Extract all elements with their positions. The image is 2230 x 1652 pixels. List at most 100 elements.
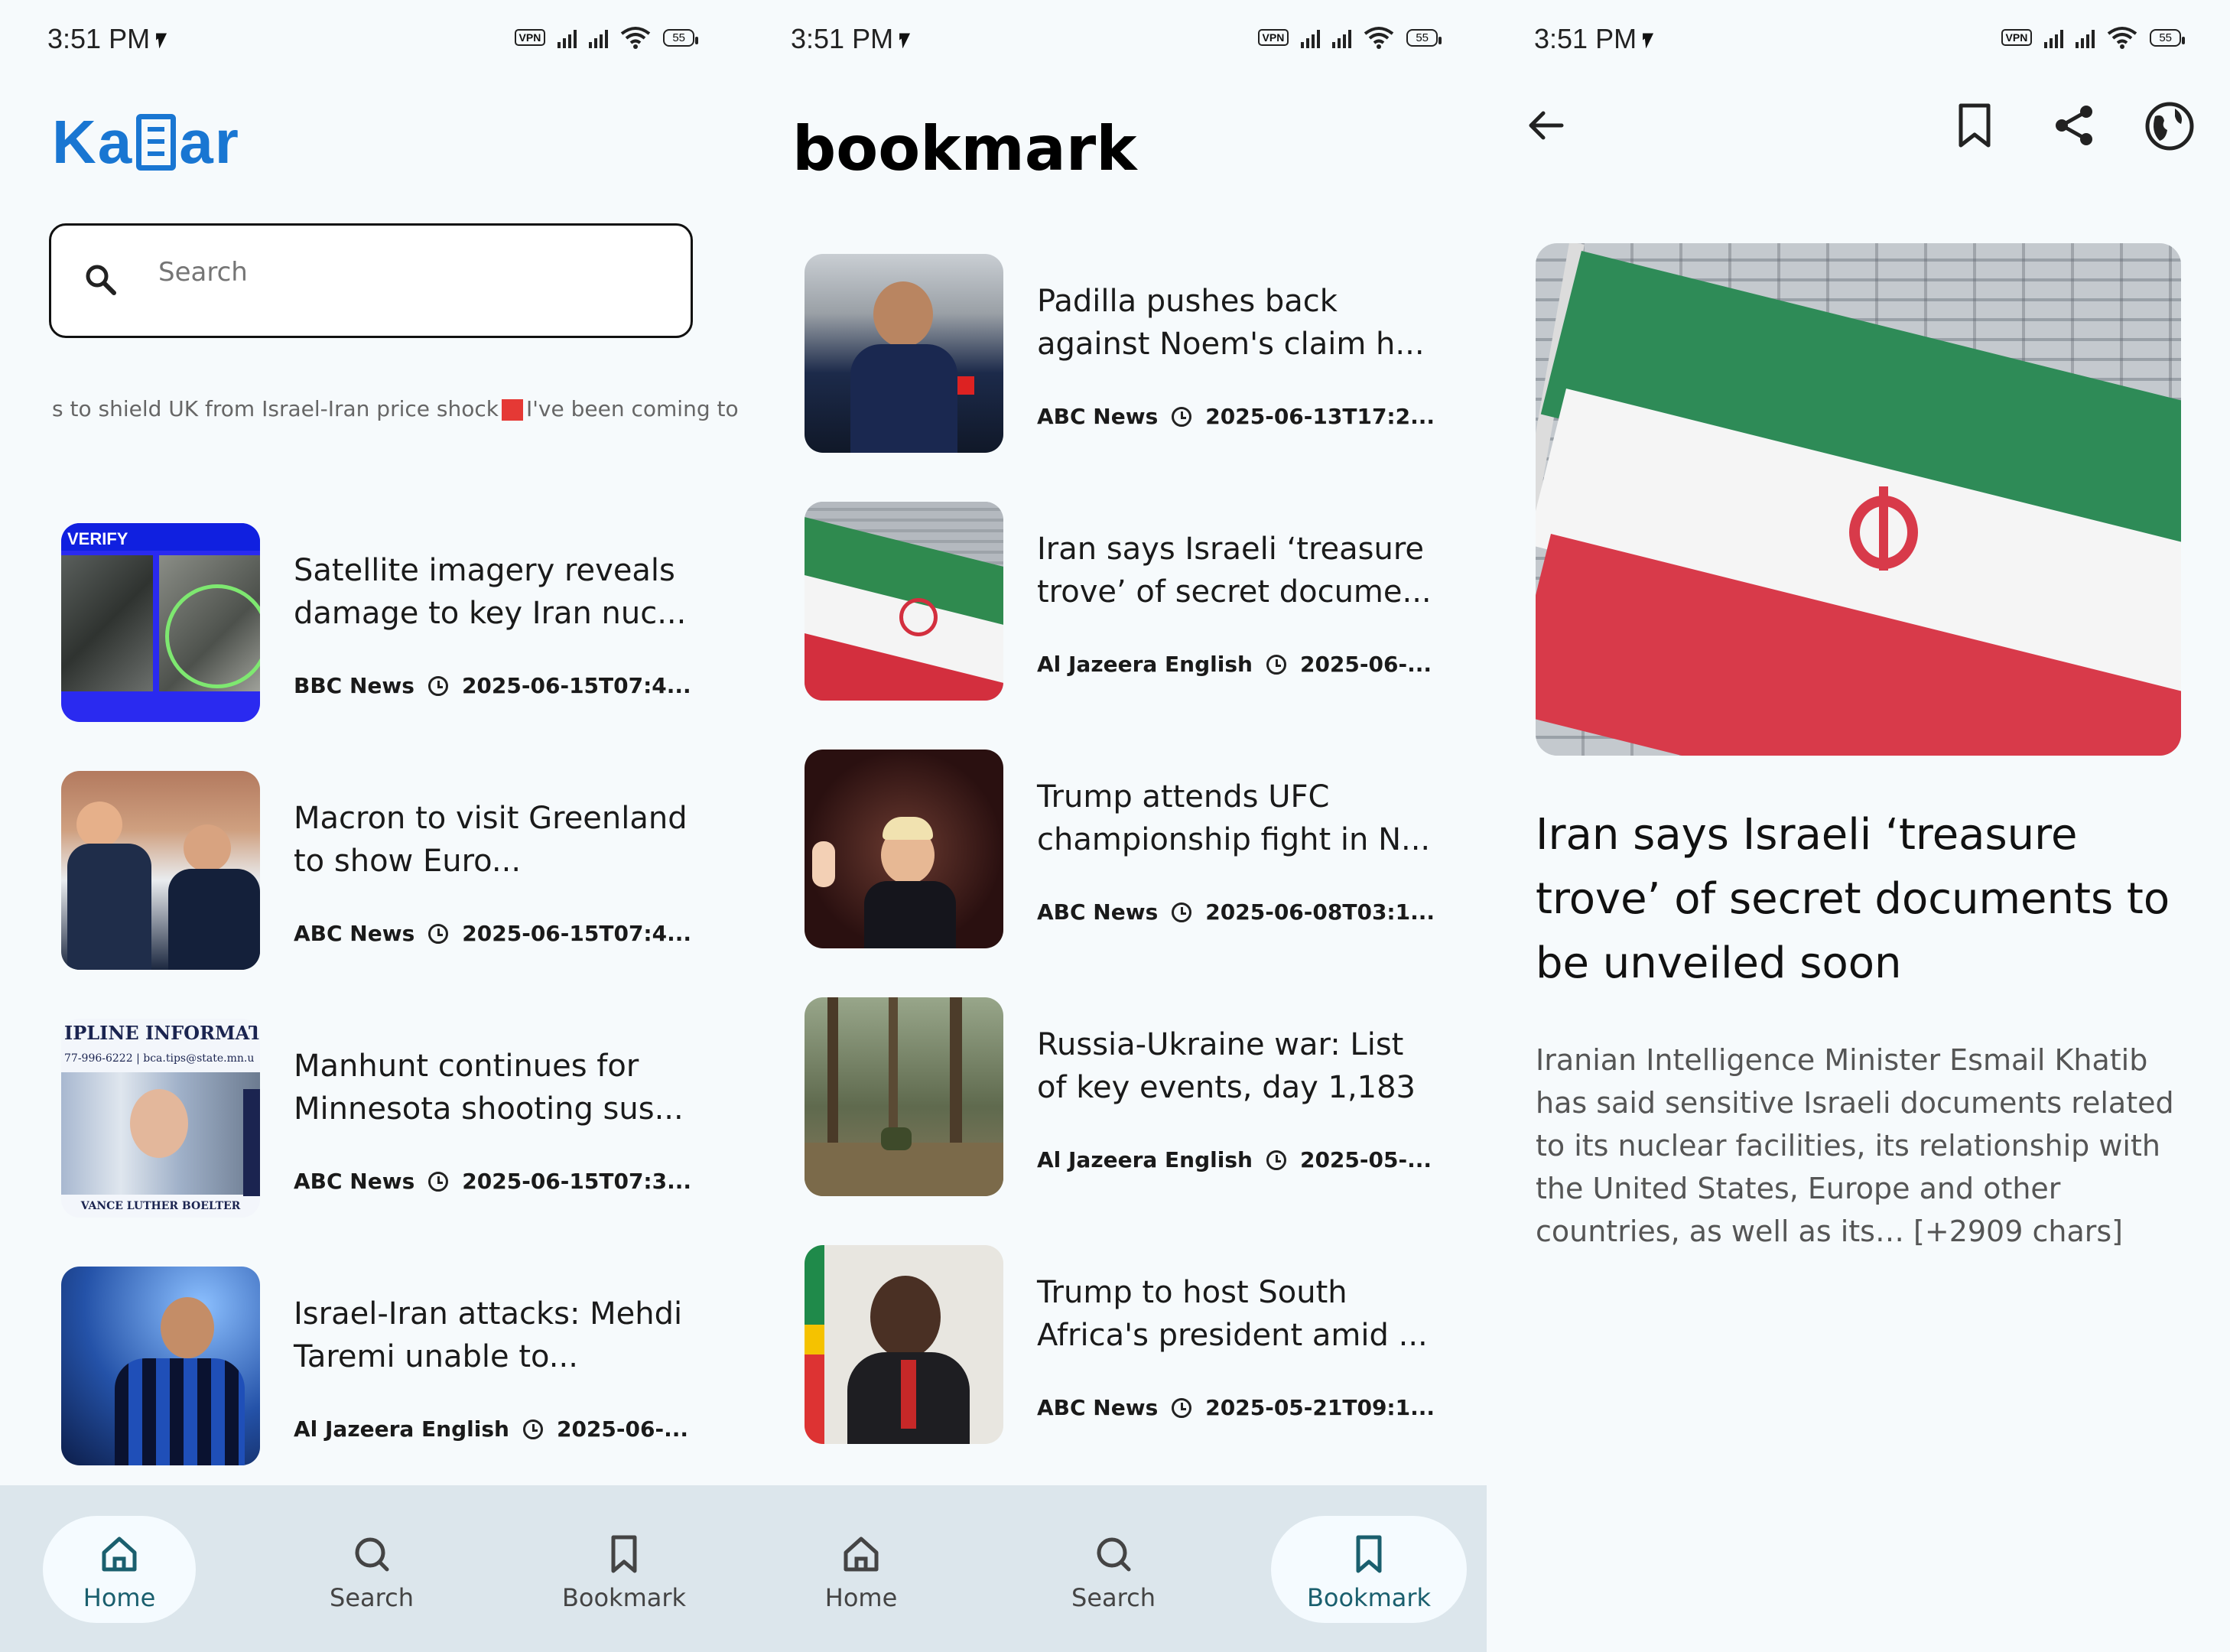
article-date: 2025-06-15T07:4... — [461, 673, 691, 698]
bookmark-card[interactable]: Trump to host South Africa's president a… — [805, 1245, 1462, 1444]
globe-icon[interactable] — [2144, 101, 2195, 151]
signal-icon — [2076, 27, 2095, 48]
nav-search[interactable]: Search — [1037, 1516, 1190, 1623]
bookmark-screen: 3:51 PM VPN 55 bookmark Padilla pushes b… — [743, 0, 1487, 1652]
search-icon — [86, 265, 116, 295]
article-source: Al Jazeera English — [294, 1416, 509, 1442]
article-date: 2025-06-... — [1299, 652, 1432, 677]
article-headline: Iran says Israeli ‘treasure trove’ of se… — [1536, 810, 2170, 988]
share-icon[interactable] — [2051, 102, 2097, 148]
article-card[interactable]: VERIFY Satellite imagery reveals damage … — [61, 523, 719, 722]
clock-icon — [1172, 1397, 1192, 1418]
battery-icon: 55 — [2150, 28, 2185, 47]
article-thumbnail — [805, 1245, 1003, 1444]
article-detail-screen: 3:51 PM VPN 55 Iran says Israeli ‘treasu… — [1487, 0, 2230, 1652]
article-meta: ABC News 2025-06-15T07:3... — [294, 1169, 691, 1194]
article-title: Trump to host South Africa's president a… — [1037, 1275, 1428, 1353]
article-source: ABC News — [1037, 899, 1159, 925]
search-icon — [1097, 1537, 1131, 1572]
status-bar: 3:51 PM VPN 55 — [1487, 0, 2230, 84]
article-meta: ABC News 2025-06-08T03:1... — [1037, 899, 1435, 925]
article-source: Al Jazeera English — [1037, 652, 1253, 677]
article-date: 2025-06-13T17:2... — [1205, 404, 1435, 429]
vpn-icon: VPN — [514, 29, 546, 46]
article-card[interactable]: Israel-Iran attacks: Mehdi Taremi unable… — [61, 1267, 719, 1465]
status-time: 3:51 PM — [1534, 23, 1654, 55]
nav-bookmark[interactable]: Bookmark — [548, 1516, 701, 1623]
status-bar: 3:51 PM VPN 55 — [0, 0, 743, 84]
clock-icon — [1172, 406, 1192, 427]
nav-search[interactable]: Search — [295, 1516, 448, 1623]
article-date: 2025-05-... — [1299, 1147, 1432, 1172]
article-source: ABC News — [1037, 1395, 1159, 1420]
bookmark-card[interactable]: Iran says Israeli ‘treasure trove’ of se… — [805, 502, 1462, 701]
back-arrow-icon[interactable] — [1525, 104, 1568, 147]
location-arrow-icon — [899, 33, 911, 49]
article-thumbnail — [805, 997, 1003, 1196]
clock-icon — [428, 1171, 449, 1192]
news-ticker[interactable]: s to shield UK from Israel-Iran price sh… — [52, 396, 743, 421]
article-title: Iran says Israeli ‘treasure trove’ of se… — [1037, 532, 1432, 610]
location-arrow-icon — [1643, 33, 1654, 49]
ticker-separator-icon — [501, 399, 523, 421]
article-hero-image — [1536, 243, 2181, 756]
signal-icon — [1332, 27, 1352, 48]
clock-icon — [1172, 902, 1192, 922]
wifi-icon — [2108, 27, 2137, 49]
article-source: BBC News — [294, 673, 414, 698]
article-description: Iranian Intelligence Minister Esmail Kha… — [1536, 1043, 2174, 1248]
wifi-icon — [621, 27, 651, 49]
nav-bookmark[interactable]: Bookmark — [1271, 1516, 1467, 1623]
article-thumbnail: VERIFY — [61, 523, 260, 722]
article-title: Satellite imagery reveals damage to key … — [294, 553, 687, 631]
home-icon — [844, 1537, 879, 1572]
app-logo: Ka ar — [52, 108, 240, 176]
article-date: 2025-06-... — [556, 1416, 689, 1442]
article-source: ABC News — [294, 921, 415, 946]
status-bar: 3:51 PM VPN 55 — [743, 0, 1487, 84]
bookmark-card[interactable]: Padilla pushes back against Noem's claim… — [805, 254, 1462, 453]
article-meta: ABC News 2025-06-15T07:4... — [294, 921, 691, 946]
article-meta: Al Jazeera English 2025-05-... — [1037, 1147, 1432, 1172]
nav-home[interactable]: Home — [785, 1516, 938, 1623]
vpn-icon: VPN — [1257, 29, 1289, 46]
article-title: Macron to visit Greenland to show Euro..… — [294, 801, 688, 879]
bookmark-card[interactable]: Russia-Ukraine war: List of key events, … — [805, 997, 1462, 1196]
article-date: 2025-06-15T07:4... — [462, 921, 692, 946]
article-thumbnail — [805, 254, 1003, 453]
location-arrow-icon — [156, 33, 167, 49]
wifi-icon — [1364, 27, 1394, 49]
article-date: 2025-06-08T03:1... — [1205, 899, 1435, 925]
search-input[interactable] — [157, 256, 649, 288]
article-meta: BBC News 2025-06-15T07:4... — [294, 673, 691, 698]
article-thumbnail — [805, 502, 1003, 701]
article-meta: Al Jazeera English 2025-06-... — [1037, 652, 1432, 677]
clock-icon — [1266, 654, 1286, 675]
bookmark-icon[interactable] — [1953, 102, 1996, 148]
search-icon — [355, 1537, 389, 1572]
bottom-navigation: Home Search Bookmark Home Search Bookmar… — [0, 1485, 1487, 1652]
article-card[interactable]: Macron to visit Greenland to show Euro..… — [61, 771, 719, 970]
signal-icon — [2044, 27, 2064, 48]
signal-icon — [558, 27, 577, 48]
clock-icon — [522, 1419, 543, 1439]
signal-icon — [1301, 27, 1321, 48]
article-card[interactable]: IPLINE INFORMATIO 77-996-6222 | bca.tips… — [61, 1019, 719, 1218]
clock-icon — [428, 923, 449, 944]
signal-icon — [589, 27, 609, 48]
vpn-icon: VPN — [2001, 29, 2033, 46]
bookmark-icon — [611, 1535, 637, 1573]
bookmark-icon — [1356, 1535, 1382, 1573]
article-title: Manhunt continues for Minnesota shooting… — [294, 1049, 684, 1127]
status-time: 3:51 PM — [47, 23, 167, 55]
article-thumbnail — [805, 750, 1003, 948]
search-field[interactable] — [49, 223, 693, 338]
article-title: Israel-Iran attacks: Mehdi Taremi unable… — [294, 1296, 683, 1374]
article-title: Trump attends UFC championship fight in … — [1037, 779, 1431, 857]
article-source: ABC News — [294, 1169, 415, 1194]
bookmark-card[interactable]: Trump attends UFC championship fight in … — [805, 750, 1462, 948]
nav-home[interactable]: Home — [43, 1516, 196, 1623]
article-thumbnail — [61, 771, 260, 970]
page-title: bookmark — [792, 113, 1137, 184]
article-meta: ABC News 2025-05-21T09:1... — [1037, 1395, 1435, 1420]
